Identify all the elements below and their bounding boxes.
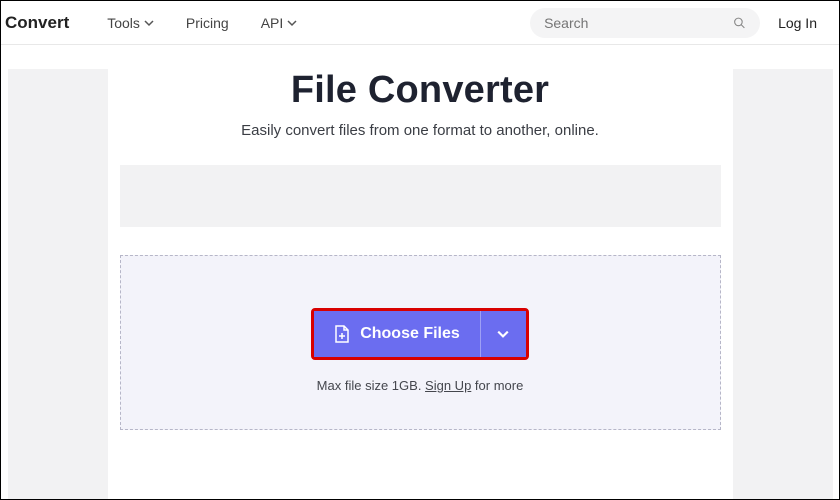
max-file-text: Max file size 1GB. Sign Up for more: [121, 378, 720, 393]
choose-files-dropdown-button[interactable]: [480, 311, 526, 357]
login-button[interactable]: Log In: [764, 7, 831, 39]
header: Convert Tools Pricing API Log In: [1, 1, 839, 45]
search-icon: [733, 14, 746, 32]
top-ad-placeholder: [120, 165, 721, 227]
choose-files-button[interactable]: Choose Files: [314, 311, 480, 357]
signup-link[interactable]: Sign Up: [425, 378, 471, 393]
nav-tools-label: Tools: [107, 15, 140, 31]
chevron-down-icon: [497, 328, 509, 340]
page-title: File Converter: [108, 69, 733, 112]
search-box[interactable]: [530, 8, 760, 38]
choose-files-label: Choose Files: [360, 325, 460, 343]
nav-api-label: API: [261, 15, 284, 31]
choose-files-highlight: Choose Files: [311, 308, 529, 360]
nav-pricing[interactable]: Pricing: [172, 7, 243, 39]
page-subtitle: Easily convert files from one format to …: [108, 122, 733, 139]
search-input[interactable]: [544, 15, 725, 31]
logo: Convert: [1, 13, 89, 33]
right-ad-placeholder: [733, 69, 833, 499]
max-before: Max file size 1GB.: [317, 378, 425, 393]
nav-tools[interactable]: Tools: [93, 7, 168, 39]
nav-api[interactable]: API: [247, 7, 312, 39]
dropzone[interactable]: Choose Files Max file size 1GB. Sign Up …: [120, 255, 721, 430]
nav-pricing-label: Pricing: [186, 15, 229, 31]
chevron-down-icon: [144, 18, 154, 28]
main-content: File Converter Easily convert files from…: [108, 69, 733, 499]
page: File Converter Easily convert files from…: [1, 45, 839, 499]
file-plus-icon: [334, 325, 350, 343]
max-after: for more: [471, 378, 523, 393]
chevron-down-icon: [287, 18, 297, 28]
left-ad-placeholder: [8, 69, 108, 499]
